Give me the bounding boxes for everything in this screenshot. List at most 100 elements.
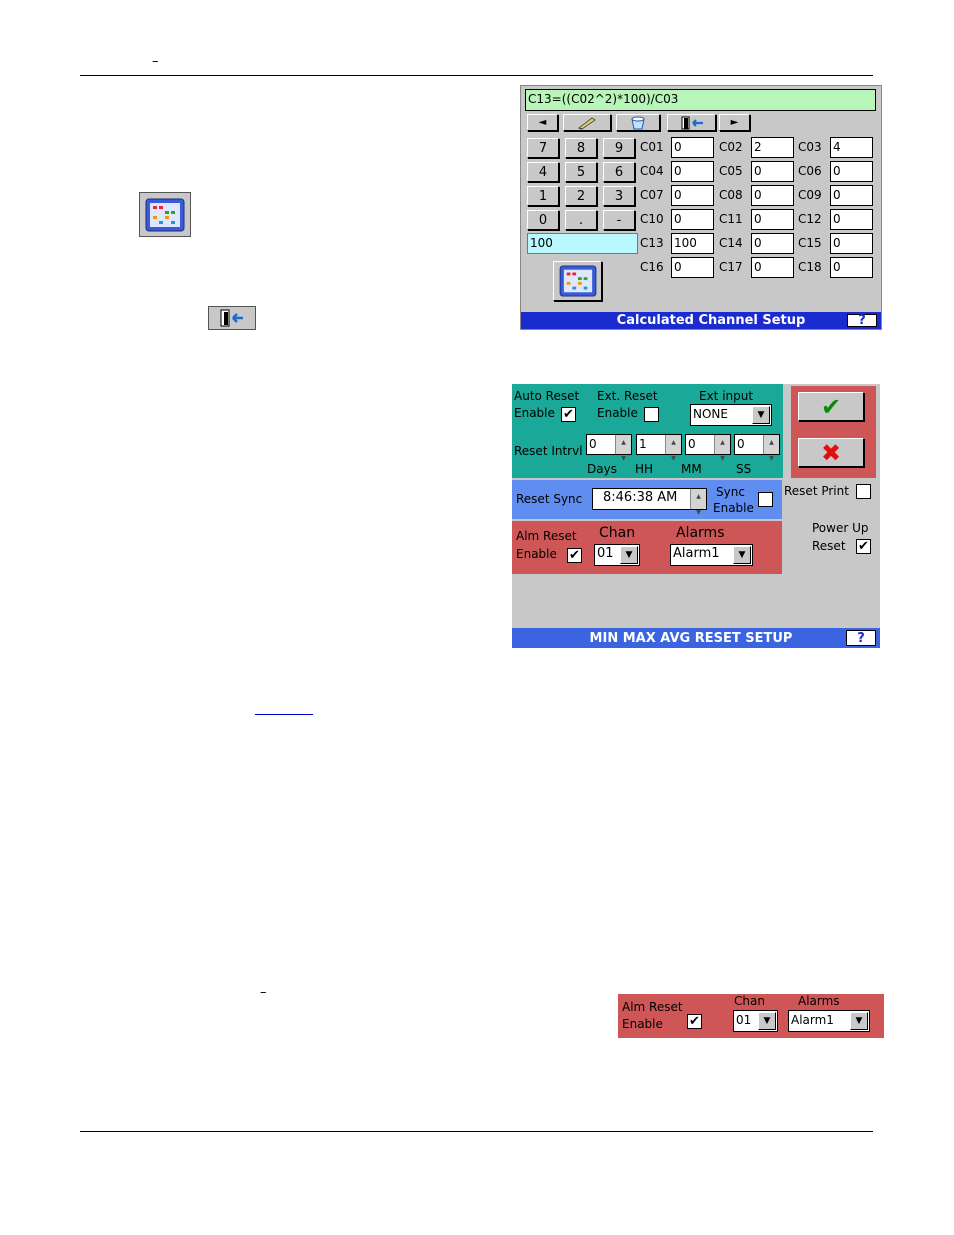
ok-button[interactable]: ✔ [798, 392, 864, 421]
exit-door-icon [220, 309, 243, 327]
edit-button[interactable] [563, 114, 611, 131]
channel-field[interactable]: 0 [671, 161, 714, 182]
channel-label: C17 [719, 260, 743, 274]
calculator-button[interactable] [553, 261, 602, 301]
help-button[interactable]: ? [847, 313, 877, 328]
close-icon: ✖ [820, 438, 842, 467]
channel-label: C05 [719, 164, 743, 178]
power-up-label: Power Up [812, 521, 869, 535]
key-decimal[interactable]: . [565, 210, 597, 230]
pencil-icon [577, 116, 596, 130]
spin-arrows-icon[interactable]: ▲ ▼ [690, 489, 706, 516]
ext-reset-label: Ext. Reset [597, 389, 658, 403]
alm-reset-checkbox[interactable]: ✔ [567, 548, 582, 563]
entry-field[interactable]: 100 [527, 233, 638, 254]
channel-field[interactable]: 0 [830, 161, 873, 182]
chan-label: Chan [734, 994, 765, 1008]
chan-select[interactable]: 01 ▼ [594, 544, 640, 566]
spin-arrows-icon[interactable]: ▲ ▼ [763, 435, 779, 462]
right-arrow-icon: ► [730, 117, 739, 128]
auto-reset-checkbox[interactable]: ✔ [561, 407, 576, 422]
power-up-reset-checkbox[interactable]: ✔ [856, 539, 871, 554]
channel-field[interactable]: 4 [830, 137, 873, 158]
check-icon: ✔ [689, 1014, 700, 1029]
channel-label: C16 [640, 260, 664, 274]
alarms-select[interactable]: Alarm1 ▼ [670, 544, 753, 566]
channel-field[interactable]: 0 [830, 257, 873, 278]
exit-icon-button[interactable] [208, 306, 256, 330]
key-2[interactable]: 2 [565, 186, 597, 206]
seconds-spinner[interactable]: 0 ▲ ▼ [734, 434, 780, 462]
key-5[interactable]: 5 [565, 162, 597, 182]
auto-reset-enable-label: Enable [514, 406, 555, 420]
key-9[interactable]: 9 [603, 138, 635, 158]
key-4[interactable]: 4 [527, 162, 559, 182]
key-minus[interactable]: - [603, 210, 635, 230]
channel-field[interactable]: 0 [751, 185, 794, 206]
ext-input-label: Ext input [699, 389, 754, 403]
sync-enable-checkbox[interactable] [758, 492, 773, 507]
ext-input-select[interactable]: NONE ▼ [690, 404, 772, 426]
exit-door-icon [681, 116, 703, 129]
exit-button[interactable] [667, 114, 716, 131]
channel-field[interactable]: 0 [751, 257, 794, 278]
ext-input-value: NONE [693, 407, 728, 421]
channel-field[interactable]: 0 [751, 161, 794, 182]
reset-sync-time-spinner[interactable]: 8:46:38 AM ▲ ▼ [592, 488, 707, 516]
hours-spinner[interactable]: 1 ▲ ▼ [636, 434, 682, 462]
alm-reset-enable-label: Enable [516, 547, 557, 561]
channel-field[interactable]: 0 [671, 257, 714, 278]
spin-arrows-icon[interactable]: ▲ ▼ [665, 435, 681, 462]
channel-field[interactable]: 0 [671, 137, 714, 158]
channel-label: C10 [640, 212, 664, 226]
help-button[interactable]: ? [846, 630, 876, 646]
channel-field[interactable]: 0 [751, 209, 794, 230]
key-6[interactable]: 6 [603, 162, 635, 182]
channel-field[interactable]: 0 [751, 233, 794, 254]
key-0[interactable]: 0 [527, 210, 559, 230]
cursor-right-button[interactable]: ► [719, 114, 750, 131]
channel-field[interactable]: 2 [751, 137, 794, 158]
minutes-spinner[interactable]: 0 ▲ ▼ [685, 434, 731, 462]
left-arrow-icon: ◄ [538, 117, 547, 128]
channel-field[interactable]: 0 [830, 233, 873, 254]
key-8[interactable]: 8 [565, 138, 597, 158]
formula-field[interactable]: C13=((C02^2)*100)/C03 [525, 89, 876, 111]
channel-field[interactable]: 0 [671, 185, 714, 206]
channel-label: C01 [640, 140, 664, 154]
header-dash: – [152, 54, 159, 69]
days-value: 0 [589, 437, 597, 451]
channel-field[interactable]: 0 [830, 185, 873, 206]
checkmark-icon: ✔ [820, 392, 842, 421]
chevron-down-icon: ▼ [758, 1012, 776, 1030]
bucket-icon [631, 116, 645, 129]
clear-button[interactable] [616, 114, 660, 131]
days-spinner[interactable]: 0 ▲ ▼ [586, 434, 632, 462]
channel-field[interactable]: 100 [671, 233, 714, 254]
channel-label: C02 [719, 140, 743, 154]
reset-print-label: Reset Print [784, 484, 849, 498]
channel-label: C07 [640, 188, 664, 202]
channel-label: C18 [798, 260, 822, 274]
chan-select[interactable]: 01 ▼ [733, 1010, 778, 1032]
spin-arrows-icon[interactable]: ▲ ▼ [615, 435, 631, 462]
ext-reset-checkbox[interactable] [644, 407, 659, 422]
cancel-button[interactable]: ✖ [798, 438, 864, 467]
calculator-icon-button[interactable] [139, 192, 191, 237]
check-icon: ✔ [563, 407, 574, 422]
reset-print-checkbox[interactable] [856, 484, 871, 499]
key-7[interactable]: 7 [527, 138, 559, 158]
hh-unit-label: HH [635, 462, 654, 476]
spin-arrows-icon[interactable]: ▲ ▼ [714, 435, 730, 462]
channel-field[interactable]: 0 [830, 209, 873, 230]
cursor-left-button[interactable]: ◄ [527, 114, 558, 131]
footer-rule [80, 1131, 873, 1132]
key-3[interactable]: 3 [603, 186, 635, 206]
days-unit-label: Days [587, 462, 617, 476]
key-1[interactable]: 1 [527, 186, 559, 206]
power-up-reset-label: Reset [812, 539, 846, 553]
sync-enable-label: Enable [713, 501, 754, 515]
channel-field[interactable]: 0 [671, 209, 714, 230]
alm-reset-checkbox[interactable]: ✔ [687, 1014, 702, 1029]
alarms-select[interactable]: Alarm1 ▼ [788, 1010, 870, 1032]
